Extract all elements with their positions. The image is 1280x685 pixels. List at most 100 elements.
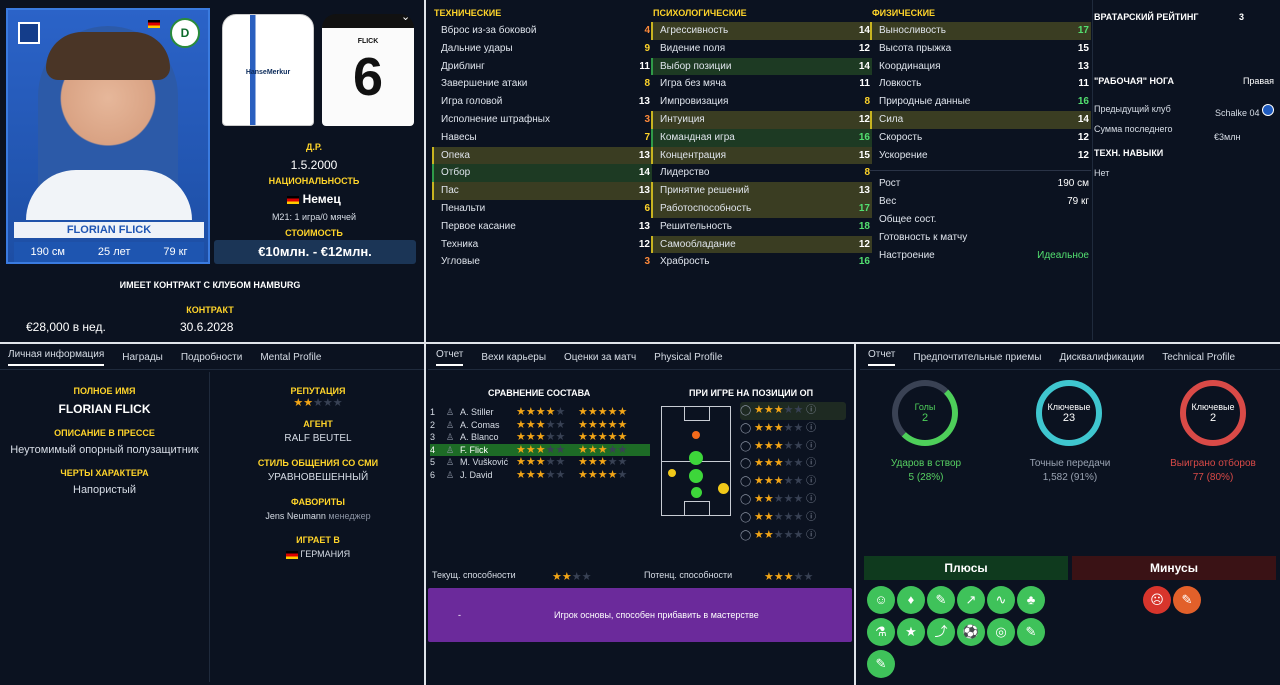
plus-trait-icon[interactable]: ✎ — [867, 650, 895, 678]
attr-row[interactable]: Игра без мяча 11 — [651, 75, 872, 93]
tab[interactable]: Отчет — [436, 349, 464, 366]
attr-row[interactable]: Ловкость 11 — [870, 75, 1091, 93]
role-rating-row[interactable]: ◯ ★★★★★ ⓘ — [740, 420, 846, 438]
tab[interactable]: Оценки за матч — [564, 352, 636, 363]
role-rating-row[interactable]: ◯ ★★★★★ ⓘ — [740, 527, 846, 545]
attr-row[interactable]: Ускорение 12 — [870, 147, 1091, 165]
plus-trait-icon[interactable]: ♦ — [897, 586, 925, 614]
plus-trait-icon[interactable]: ∿ — [987, 586, 1015, 614]
attr-row[interactable]: Угловые 3 — [432, 253, 652, 271]
chevron-down-icon[interactable]: ⌄ — [401, 10, 410, 23]
tab[interactable]: Mental Profile — [260, 352, 321, 363]
attr-row[interactable]: Дриблинг 11 — [432, 58, 652, 76]
minus-trait-icon[interactable]: ☹ — [1143, 586, 1171, 614]
attr-row[interactable]: Природные данные 16 — [870, 93, 1091, 111]
attr-row[interactable]: Самообладание 12 — [651, 235, 872, 254]
role-rating-row[interactable]: ◯ ★★★★★ ⓘ — [740, 491, 846, 509]
attr-value: 12 — [638, 238, 650, 250]
tab[interactable]: Technical Profile — [1162, 352, 1235, 363]
tab[interactable]: Личная информация — [8, 349, 105, 366]
attr-row[interactable]: Первое касание 13 — [432, 218, 652, 236]
attr-row[interactable]: Навесы 7 — [432, 129, 652, 147]
attr-row[interactable]: Завершение атаки 8 — [432, 75, 652, 93]
squad-row[interactable]: 5 ♙ M. Vušković ★★★★★ ★★★★★ — [430, 456, 650, 469]
dob: 1.5.2000 — [290, 158, 338, 172]
press-desc: Неутомимый опорный полузащитник — [10, 444, 199, 456]
role-rating-row[interactable]: ◯ ★★★★★ ⓘ — [740, 509, 846, 527]
attr-row[interactable]: Интуиция 12 — [651, 110, 872, 129]
squad-row[interactable]: 1 ♙ A. Stiller ★★★★★ ★★★★★ — [430, 406, 650, 419]
attr-row[interactable]: Решительность 18 — [651, 218, 872, 236]
attr-name: Координация — [879, 60, 941, 72]
attr-row[interactable]: Дальние удары 9 — [432, 40, 652, 58]
attr-name: Скорость — [879, 131, 923, 143]
attr-row[interactable]: Опека 13 — [432, 146, 652, 165]
squad-row[interactable]: 4 ♙ F. Flick ★★★★★ ★★★★★ — [430, 443, 650, 456]
attr-value: 4 — [644, 25, 650, 36]
attr-row[interactable]: Техника 12 — [432, 236, 652, 254]
attr-name: Агрессивность — [660, 25, 729, 36]
attr-row[interactable]: Концентрация 15 — [651, 146, 872, 165]
mental-column: ПСИХОЛОГИЧЕСКИЕ Агрессивность 14 Видение п… — [651, 8, 872, 271]
role-rating-row[interactable]: ◯ ★★★★★ ⓘ — [740, 455, 846, 473]
attr-row[interactable]: Храбрость 16 — [651, 253, 872, 271]
tab[interactable]: Physical Profile — [654, 352, 722, 363]
plus-trait-icon[interactable]: ↗ — [957, 586, 985, 614]
attr-name: Дальние удары — [441, 42, 513, 54]
tab[interactable]: Дисквалификации — [1059, 352, 1144, 363]
u21-caps: M21: 1 игра/0 мячей — [271, 212, 357, 222]
role-rating-row[interactable]: ◯ ★★★★★ ⓘ — [740, 438, 846, 456]
attr-row[interactable]: Импровизация 8 — [651, 93, 872, 111]
attr-row[interactable]: Видение поля 12 — [651, 40, 872, 58]
tab[interactable]: Предпочтительные приемы — [913, 352, 1041, 363]
card-weight: 79 кг — [163, 246, 188, 258]
plus-trait-icon[interactable]: ✎ — [1017, 618, 1045, 646]
plus-trait-icon[interactable]: ⤴ — [927, 618, 955, 646]
plus-trait-icon[interactable]: ⚗ — [867, 618, 895, 646]
plus-trait-icon[interactable]: ◎ — [987, 618, 1015, 646]
tab[interactable]: Награды — [122, 352, 163, 363]
tab[interactable]: Вехи карьеры — [481, 352, 546, 363]
plus-trait-icon[interactable]: ♣ — [1017, 586, 1045, 614]
attr-row[interactable]: Координация 13 — [870, 58, 1091, 76]
squad-row[interactable]: 3 ♙ A. Blanco ★★★★★ ★★★★★ — [430, 431, 650, 444]
attr-row[interactable]: Скорость 12 — [870, 129, 1091, 147]
attr-value: 12 — [858, 113, 870, 125]
minus-trait-icon[interactable]: ✎ — [1173, 586, 1201, 614]
attr-row[interactable]: Отбор 14 — [432, 164, 652, 183]
plus-trait-icon[interactable]: ✎ — [927, 586, 955, 614]
attr-row[interactable]: Вброс из-за боковой 4 — [432, 22, 652, 40]
squad-row[interactable]: 2 ♙ A. Comas ★★★★★ ★★★★★ — [430, 419, 650, 432]
attr-row[interactable]: Исполнение штрафных 3 — [432, 111, 652, 129]
attr-row[interactable]: Высота прыжка 15 — [870, 40, 1091, 58]
attr-row[interactable]: Сила 14 — [870, 110, 1091, 129]
attr-row[interactable]: Пас 13 — [432, 182, 652, 200]
technical-column: ТЕХНИЧЕСКИЕ Вброс из-за боковой 4 Дальние … — [432, 8, 652, 271]
foot-value: Правая — [1242, 76, 1274, 86]
attr-value: 14 — [858, 60, 870, 72]
attr-row[interactable]: Пенальти 6 — [432, 200, 652, 218]
pitch — [661, 406, 731, 516]
tab[interactable]: Отчет — [868, 349, 896, 366]
plus-trait-icon[interactable]: ⚽ — [957, 618, 985, 646]
attr-row[interactable]: Работоспособность 17 — [651, 199, 872, 218]
attr-name: Вброс из-за боковой — [441, 25, 537, 36]
attr-row[interactable]: Выносливость 17 — [870, 22, 1091, 40]
tab[interactable]: Подробности — [181, 352, 242, 363]
attr-row[interactable]: Лидерство 8 — [651, 164, 872, 182]
role-rating-row[interactable]: ◯ ★★★★★ ⓘ — [740, 402, 846, 420]
attr-row[interactable]: Принятие решений 13 — [651, 182, 872, 200]
attr-row[interactable]: Командная игра 16 — [651, 128, 872, 147]
plus-trait-icon[interactable]: ☺ — [867, 586, 895, 614]
attr-value: 16 — [1077, 96, 1089, 108]
attr-name: Сила — [879, 113, 904, 125]
fav-role: менеджер — [328, 511, 371, 521]
squad-row[interactable]: 6 ♙ J. David ★★★★★ ★★★★★ — [430, 469, 650, 482]
plus-trait-icon[interactable]: ★ — [897, 618, 925, 646]
attr-row[interactable]: Игра головой 13 — [432, 93, 652, 111]
attr-name: Работоспособность — [660, 202, 752, 214]
attr-row[interactable]: Агрессивность 14 — [651, 22, 872, 40]
role-rating-row[interactable]: ◯ ★★★★★ ⓘ — [740, 473, 846, 491]
attr-row[interactable]: Выбор позиции 14 — [651, 57, 872, 76]
tackles-label: Выиграно отборов — [1170, 458, 1256, 469]
